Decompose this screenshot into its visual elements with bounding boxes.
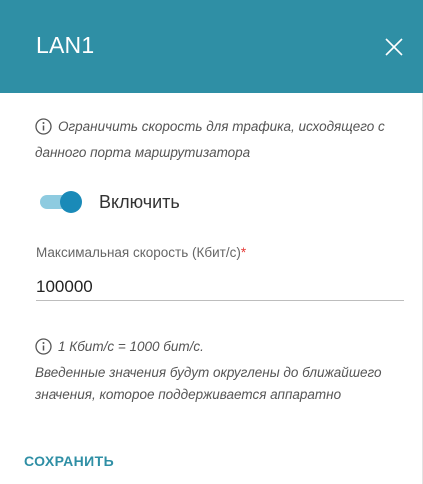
rate-limit-hint: Ограничить скорость для трафика, исходящ… [35, 116, 400, 164]
rounding-hint-line2: Введенные значения будут округлены до бл… [35, 365, 382, 402]
toggle-knob [60, 191, 82, 213]
info-icon [35, 118, 52, 142]
rate-limit-hint-text: Ограничить скорость для трафика, исходящ… [35, 119, 385, 160]
rounding-hint: 1 Кбит/с = 1000 бит/с. Введенные значени… [35, 336, 400, 406]
required-mark: * [240, 245, 247, 260]
max-speed-input[interactable] [36, 273, 404, 301]
rounding-hint-line1: 1 Кбит/с = 1000 бит/с. [58, 339, 204, 354]
lan-port-dialog: LAN1 Ограничить скорость для трафика, ис… [0, 0, 423, 484]
save-button[interactable]: СОХРАНИТЬ [24, 453, 114, 469]
dialog-header: LAN1 [0, 0, 423, 93]
enable-toggle[interactable] [40, 191, 84, 213]
enable-toggle-label[interactable]: Включить [99, 192, 180, 213]
close-icon[interactable] [383, 36, 405, 58]
dialog-title: LAN1 [36, 32, 95, 58]
info-icon [35, 338, 52, 362]
max-speed-label: Максимальная скорость (Кбит/с)* [36, 245, 246, 260]
max-speed-label-text: Максимальная скорость (Кбит/с) [36, 245, 241, 260]
